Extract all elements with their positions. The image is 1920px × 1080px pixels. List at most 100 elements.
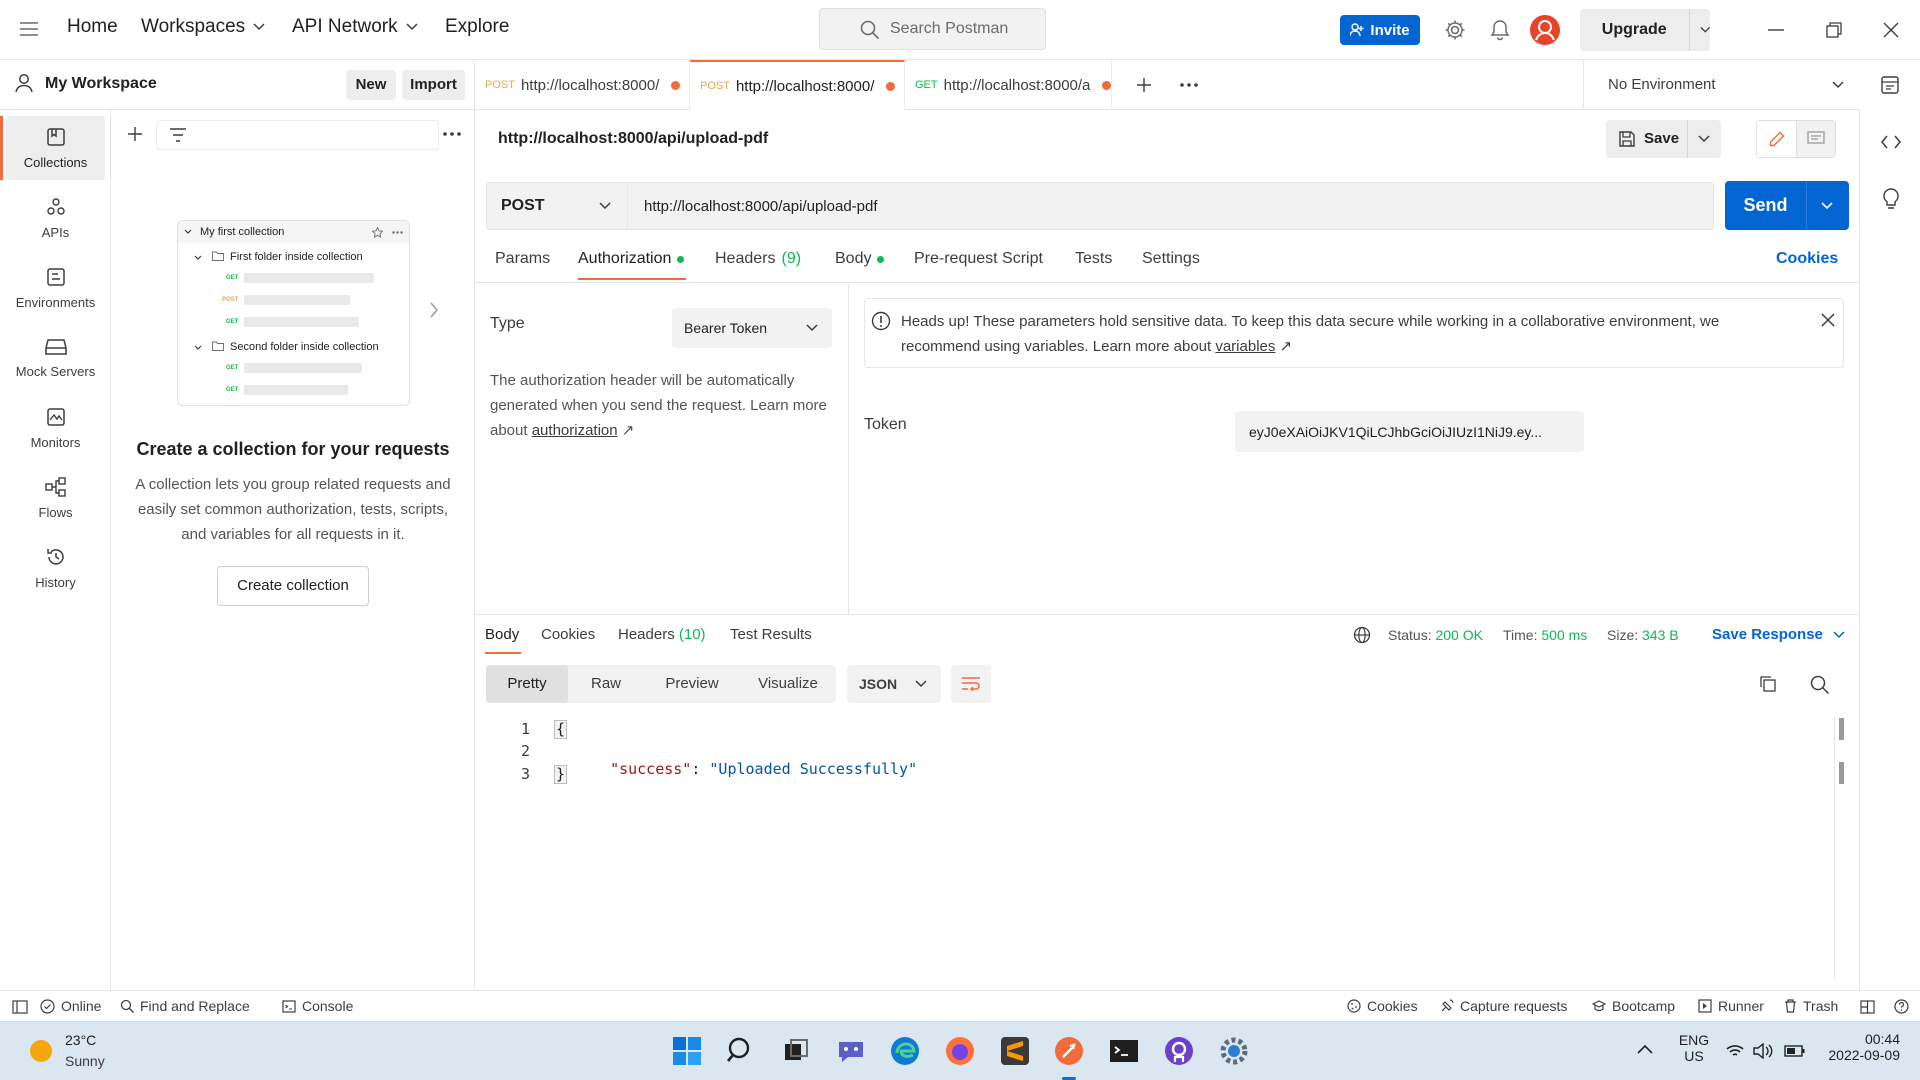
copy-icon[interactable] xyxy=(1759,675,1777,693)
capture-requests[interactable]: Capture requests xyxy=(1440,998,1567,1014)
chat-icon[interactable] xyxy=(834,1034,868,1068)
globe-icon[interactable] xyxy=(1353,626,1371,644)
chevron-right-icon[interactable] xyxy=(429,302,439,318)
rail-item-mock-servers[interactable]: Mock Servers xyxy=(6,326,105,390)
wrap-lines-button[interactable] xyxy=(951,665,991,703)
search-icon[interactable] xyxy=(1810,675,1830,695)
upgrade-button[interactable]: Upgrade xyxy=(1580,9,1710,51)
tab-request-3[interactable]: GET http://localhost:8000/a xyxy=(905,60,1112,110)
avatar[interactable] xyxy=(1530,15,1560,45)
close-icon[interactable] xyxy=(1821,313,1835,327)
terminal-icon[interactable] xyxy=(1107,1034,1141,1068)
tab-request-2[interactable]: POST http://localhost:8000/ xyxy=(690,60,905,110)
firefox-icon[interactable] xyxy=(943,1034,977,1068)
scrollbar-thumb[interactable] xyxy=(1839,718,1844,740)
method-select[interactable]: POST xyxy=(486,182,628,230)
response-tab-headers[interactable]: Headers (10) xyxy=(618,626,706,643)
tab-body[interactable]: Body xyxy=(835,250,885,268)
variables-link[interactable]: variables xyxy=(1215,338,1275,355)
view-visualize[interactable]: Visualize xyxy=(740,665,836,703)
find-and-replace[interactable]: Find and Replace xyxy=(120,998,250,1014)
comment-mode-button[interactable] xyxy=(1797,121,1835,157)
view-pretty[interactable]: Pretty xyxy=(486,665,568,703)
format-select[interactable]: JSON xyxy=(847,665,941,703)
menu-icon[interactable] xyxy=(18,18,40,40)
environment-quick-look-icon[interactable] xyxy=(1878,73,1902,97)
settings-gear-icon[interactable] xyxy=(1217,1034,1251,1068)
postman-icon[interactable] xyxy=(1052,1034,1086,1068)
rail-item-apis[interactable]: APIs xyxy=(6,186,105,250)
edge-browser-icon[interactable] xyxy=(888,1034,922,1068)
tab-headers[interactable]: Headers (9) xyxy=(715,250,801,268)
add-tab-icon[interactable] xyxy=(1132,73,1156,97)
rail-item-monitors[interactable]: Monitors xyxy=(6,396,105,460)
lightbulb-icon[interactable] xyxy=(1878,186,1904,212)
code-icon[interactable] xyxy=(1878,130,1904,154)
search-icon[interactable] xyxy=(724,1034,758,1068)
sidebar-toggle-icon[interactable] xyxy=(12,1000,28,1014)
code-brace-close[interactable]: } xyxy=(554,765,568,784)
language-indicator[interactable]: ENG US xyxy=(1674,1032,1714,1064)
rail-item-flows[interactable]: Flows xyxy=(6,466,105,530)
url-input[interactable]: http://localhost:8000/api/upload-pdf xyxy=(628,182,1714,230)
tab-request-1[interactable]: POST http://localhost:8000/ xyxy=(475,60,690,110)
bootcamp[interactable]: Bootcamp xyxy=(1592,998,1675,1014)
github-desktop-icon[interactable] xyxy=(1162,1034,1196,1068)
help-icon[interactable] xyxy=(1894,999,1909,1014)
nav-explore[interactable]: Explore xyxy=(445,16,509,38)
sun-icon[interactable] xyxy=(28,1038,54,1064)
cookies-status[interactable]: Cookies xyxy=(1347,998,1418,1014)
close-window-icon[interactable] xyxy=(1879,18,1903,42)
restore-icon[interactable] xyxy=(1822,18,1846,42)
console[interactable]: Console xyxy=(282,998,353,1014)
code-brace-open[interactable]: { xyxy=(554,720,568,739)
nav-workspaces[interactable]: Workspaces xyxy=(141,16,265,38)
request-title[interactable]: http://localhost:8000/api/upload-pdf xyxy=(498,130,768,148)
response-tab-cookies[interactable]: Cookies xyxy=(541,626,595,643)
tab-settings[interactable]: Settings xyxy=(1142,250,1200,268)
rail-item-collections[interactable]: Collections xyxy=(0,116,105,180)
send-button[interactable]: Send xyxy=(1725,181,1849,230)
tab-authorization[interactable]: Authorization xyxy=(578,250,685,268)
search-input[interactable]: Search Postman xyxy=(819,8,1046,50)
online-status[interactable]: Online xyxy=(40,998,101,1014)
token-input[interactable]: eyJ0eXAiOiJKV1QiLCJhbGciOiJIUzI1NiJ9.ey.… xyxy=(1235,411,1584,452)
notification-bell-icon[interactable] xyxy=(1487,17,1513,43)
rail-item-history[interactable]: History xyxy=(6,536,105,600)
create-collection-button[interactable]: Create collection xyxy=(217,566,369,606)
view-raw[interactable]: Raw xyxy=(568,665,644,703)
more-tabs-icon[interactable] xyxy=(1177,73,1201,97)
view-preview[interactable]: Preview xyxy=(644,665,740,703)
save-response-button[interactable]: Save Response xyxy=(1712,626,1845,643)
tab-params[interactable]: Params xyxy=(495,250,550,268)
runner[interactable]: Runner xyxy=(1698,998,1764,1014)
wifi-icon[interactable] xyxy=(1726,1044,1744,1058)
response-tab-body[interactable]: Body xyxy=(485,626,519,643)
code-line[interactable]: "success": "Uploaded Successfully" xyxy=(592,742,917,778)
rail-item-environments[interactable]: Environments xyxy=(6,256,105,320)
more-options-icon[interactable] xyxy=(439,122,465,146)
tab-tests[interactable]: Tests xyxy=(1075,250,1112,268)
volume-icon[interactable] xyxy=(1753,1043,1773,1059)
trash[interactable]: Trash xyxy=(1784,998,1838,1014)
windows-start-icon[interactable] xyxy=(670,1034,704,1068)
minimize-icon[interactable] xyxy=(1764,18,1788,42)
settings-gear-icon[interactable] xyxy=(1442,17,1468,43)
nav-api-network[interactable]: API Network xyxy=(292,16,418,38)
new-button[interactable]: New xyxy=(346,70,396,100)
nav-home[interactable]: Home xyxy=(67,16,118,38)
environment-selector[interactable]: No Environment xyxy=(1583,60,1859,110)
layout-icon[interactable] xyxy=(1860,1000,1875,1014)
auth-type-select[interactable]: Bearer Token xyxy=(672,308,832,348)
scrollbar-thumb[interactable] xyxy=(1839,762,1844,784)
add-icon[interactable] xyxy=(123,122,147,146)
chevron-up-icon[interactable] xyxy=(1637,1044,1653,1054)
filter-input[interactable] xyxy=(156,120,439,150)
clock[interactable]: 00:44 2022-09-09 xyxy=(1800,1031,1900,1063)
import-button[interactable]: Import xyxy=(402,70,465,100)
task-view-icon[interactable] xyxy=(779,1034,813,1068)
tab-pre-request-script[interactable]: Pre-request Script xyxy=(914,250,1043,268)
sublime-text-icon[interactable] xyxy=(998,1034,1032,1068)
save-button[interactable]: Save xyxy=(1606,120,1721,158)
invite-button[interactable]: Invite xyxy=(1340,15,1420,45)
